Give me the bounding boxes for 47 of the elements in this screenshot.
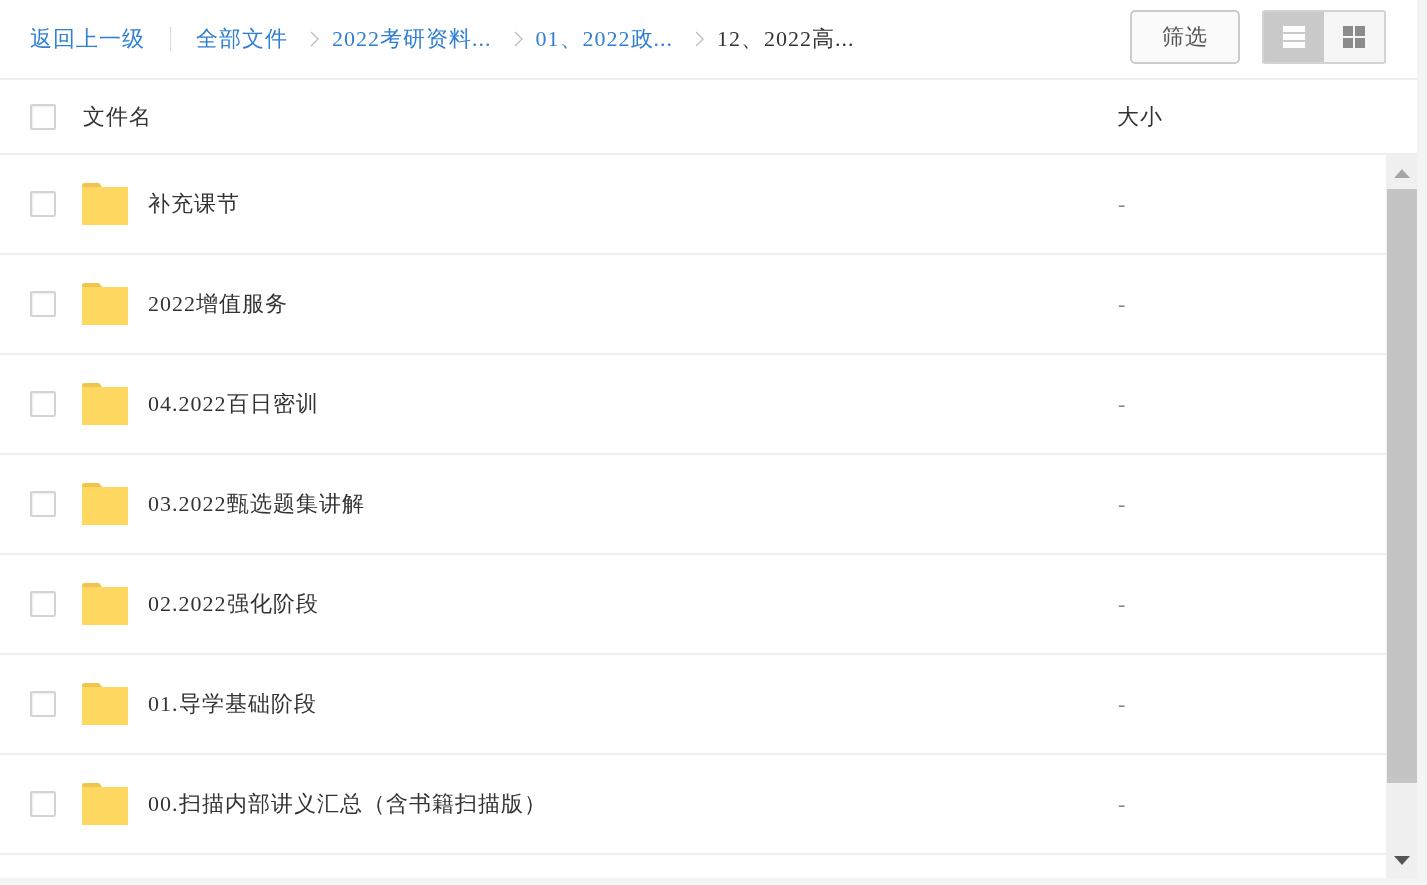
file-name[interactable]: 00.扫描内部讲义汇总（含书籍扫描版） (148, 789, 1118, 819)
file-size: - (1118, 491, 1128, 517)
filter-button[interactable]: 筛选 (1130, 9, 1240, 64)
list-icon (1283, 25, 1305, 48)
scroll-up-icon[interactable] (1393, 169, 1410, 178)
checkbox[interactable] (30, 191, 56, 217)
file-name[interactable]: 补充课节 (148, 189, 1118, 219)
checkbox[interactable] (30, 291, 56, 317)
checkbox[interactable] (30, 691, 56, 717)
file-name[interactable]: 02.2022强化阶段 (148, 589, 1118, 619)
list-view-button[interactable] (1264, 11, 1324, 62)
file-size: - (1118, 691, 1128, 717)
checkbox[interactable] (30, 791, 56, 817)
scrollbar-thumb[interactable] (1387, 189, 1417, 783)
scroll-down-icon[interactable] (1393, 856, 1410, 865)
chevron-icon (695, 31, 704, 47)
folder-icon (82, 183, 128, 225)
checkbox[interactable] (30, 491, 56, 517)
file-size: - (1118, 791, 1128, 817)
folder-icon (82, 483, 128, 525)
folder-icon (82, 383, 128, 425)
column-header: 大小 (1117, 102, 1164, 131)
file-size: - (1118, 291, 1128, 317)
file-size: - (1118, 191, 1128, 217)
grid-view-button[interactable] (1324, 11, 1384, 62)
file-name[interactable]: 03.2022甄选题集讲解 (148, 489, 1118, 519)
breadcrumb-link[interactable]: 2022考研资料... (332, 24, 492, 54)
breadcrumb-current: 12、2022高... (717, 25, 855, 53)
folder-icon (82, 583, 128, 625)
folder-icon (82, 283, 128, 325)
back-link[interactable]: 返回上一级 (30, 24, 145, 54)
checkbox[interactable] (30, 391, 56, 417)
chevron-icon (310, 31, 319, 47)
column-header: 文件名 (83, 102, 153, 131)
file-size: - (1118, 591, 1128, 617)
breadcrumb-link[interactable]: 01、2022政... (535, 24, 673, 54)
file-name[interactable]: 04.2022百日密训 (148, 389, 1118, 419)
folder-icon (82, 683, 128, 725)
file-name[interactable]: 01.导学基础阶段 (148, 689, 1118, 719)
grid-icon (1343, 25, 1365, 48)
chevron-icon (513, 31, 523, 47)
folder-icon (82, 783, 128, 825)
file-name[interactable]: 2022增值服务 (148, 289, 1118, 319)
checkbox[interactable] (30, 103, 56, 130)
file-size: - (1118, 391, 1128, 417)
breadcrumb-link[interactable]: 全部文件 (196, 24, 288, 54)
checkbox[interactable] (30, 591, 56, 617)
